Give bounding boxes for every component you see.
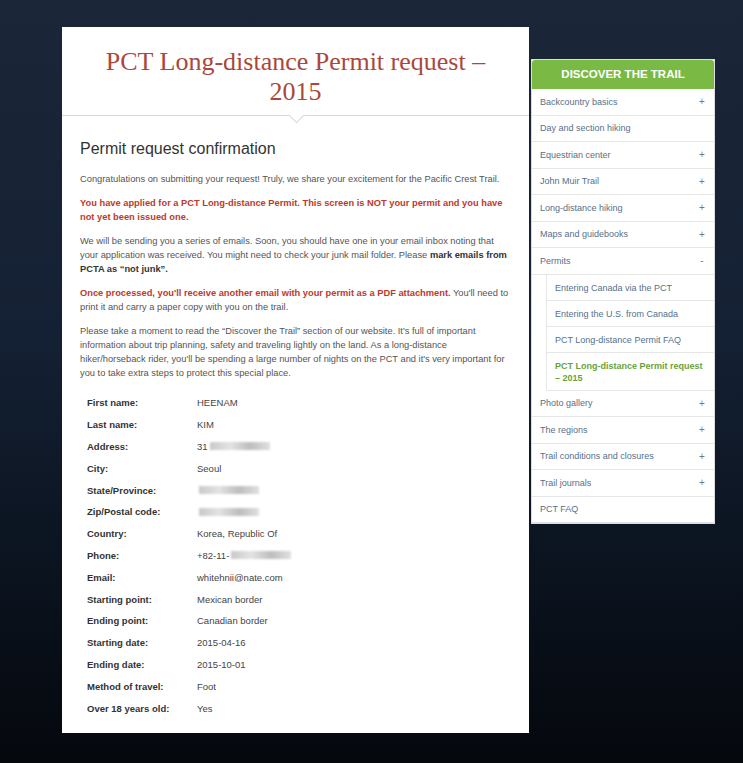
detail-row: Over 18 years old: Yes (87, 697, 513, 719)
detail-row: Zip/Postal code: (87, 501, 513, 523)
detail-label: Address: (87, 441, 197, 452)
sidebar-item[interactable]: Backcountry basics + (532, 89, 714, 116)
details-table: First name: HEENAM Last name: KIM Addres… (80, 392, 513, 719)
submenu: Entering Canada via the PCTEntering the … (546, 275, 714, 391)
detail-value: Canadian border (197, 615, 513, 626)
toggle-icon[interactable]: + (698, 176, 706, 187)
detail-row: Starting point: Mexican border (87, 588, 513, 610)
text-segment: Congratulations on submitting your reque… (80, 174, 499, 184)
detail-label: Over 18 years old: (87, 703, 197, 714)
toggle-icon[interactable]: + (698, 96, 706, 107)
detail-value: 31 (197, 441, 513, 452)
content-card: PCT Long-distance Permit request – 2015 … (62, 27, 529, 733)
paragraph: Once processed, you'll receive another e… (80, 286, 513, 314)
detail-row: Method of travel: Foot (87, 675, 513, 697)
detail-value: HEENAM (197, 397, 513, 408)
detail-value: 2015-04-16 (197, 637, 513, 648)
detail-value: Korea, Republic Of (197, 528, 513, 539)
detail-row: Ending date: 2015-10-01 (87, 654, 513, 676)
submenu-item[interactable]: PCT Long-distance Permit request – 2015 (547, 353, 714, 391)
detail-value: +82-11- (197, 550, 513, 561)
detail-label: Method of travel: (87, 681, 197, 692)
page-background: PCT Long-distance Permit request – 2015 … (0, 0, 743, 763)
sidebar-header: DISCOVER THE TRAIL (532, 60, 714, 89)
detail-value: KIM (197, 419, 513, 430)
sidebar-item[interactable]: Trail conditions and closures + (532, 444, 714, 471)
text-segment: Once processed, you'll receive another e… (80, 288, 451, 298)
detail-value: 2015-10-01 (197, 659, 513, 670)
detail-row: State/Province: (87, 479, 513, 501)
detail-row: Address: 31 (87, 436, 513, 458)
detail-row: Ending point: Canadian border (87, 610, 513, 632)
toggle-icon[interactable]: + (698, 229, 706, 240)
detail-value (197, 486, 513, 494)
sidebar-item[interactable]: Maps and guidebooks + (532, 222, 714, 249)
sidebar-item[interactable]: Day and section hiking (532, 116, 714, 143)
toggle-icon[interactable]: + (698, 202, 706, 213)
detail-row: Country: Korea, Republic Of (87, 523, 513, 545)
toggle-icon[interactable]: + (698, 424, 706, 435)
title-area: PCT Long-distance Permit request – 2015 (62, 27, 529, 116)
sidebar-item[interactable]: The regions + (532, 417, 714, 444)
detail-value: whitehnii@nate.com (197, 572, 513, 583)
detail-label: Ending date: (87, 659, 197, 670)
detail-row: City: Seoul (87, 457, 513, 479)
detail-label: Country: (87, 528, 197, 539)
redaction-mark (231, 551, 291, 559)
detail-label: City: (87, 463, 197, 474)
detail-row: Starting date: 2015-04-16 (87, 632, 513, 654)
detail-row: Last name: KIM (87, 414, 513, 436)
detail-label: Ending point: (87, 615, 197, 626)
toggle-icon[interactable]: + (698, 451, 706, 462)
detail-value: Seoul (197, 463, 513, 474)
submenu-item[interactable]: Entering the U.S. from Canada (547, 301, 714, 327)
detail-row: Phone: +82-11- (87, 545, 513, 567)
redaction-mark (199, 508, 259, 516)
sidebar-item[interactable]: Photo gallery + (532, 391, 714, 418)
detail-value (197, 508, 513, 516)
paragraph: Congratulations on submitting your reque… (80, 172, 513, 186)
detail-row: Email: whitehnii@nate.com (87, 566, 513, 588)
detail-value: Foot (197, 681, 513, 692)
detail-label: First name: (87, 397, 197, 408)
redaction-mark (210, 442, 270, 450)
sidebar-item[interactable]: Trail journals + (532, 470, 714, 497)
submenu-item[interactable]: PCT Long-distance Permit FAQ (547, 327, 714, 353)
sidebar-item[interactable]: PCT FAQ (532, 497, 714, 524)
detail-value: Yes (197, 703, 513, 714)
sidebar: DISCOVER THE TRAIL Backcountry basics + … (531, 59, 715, 524)
sidebar-item[interactable]: Permits - (532, 248, 714, 275)
toggle-icon[interactable]: + (698, 477, 706, 488)
paragraph: You have applied for a PCT Long-distance… (80, 196, 513, 224)
page-title: PCT Long-distance Permit request – 2015 (82, 47, 509, 107)
paragraph: We will be sending you a series of email… (80, 234, 513, 276)
detail-label: Phone: (87, 550, 197, 561)
redaction-mark (199, 486, 259, 494)
text-segment: Please take a moment to read the “Discov… (80, 326, 505, 378)
text-segment: You have applied for a PCT Long-distance… (80, 198, 502, 222)
submenu-item[interactable]: Entering Canada via the PCT (547, 275, 714, 301)
toggle-icon[interactable]: - (698, 255, 706, 266)
sidebar-item[interactable]: John Muir Trail + (532, 169, 714, 196)
detail-row: First name: HEENAM (87, 392, 513, 414)
toggle-icon[interactable]: + (698, 149, 706, 160)
toggle-icon[interactable]: + (698, 398, 706, 409)
section-heading: Permit request confirmation (80, 140, 513, 158)
detail-value: Mexican border (197, 594, 513, 605)
detail-label: Email: (87, 572, 197, 583)
detail-label: Last name: (87, 419, 197, 430)
detail-label: Starting date: (87, 637, 197, 648)
detail-label: Starting point: (87, 594, 197, 605)
sidebar-item[interactable]: Long-distance hiking + (532, 195, 714, 222)
paragraph: Please take a moment to read the “Discov… (80, 324, 513, 380)
detail-label: State/Province: (87, 485, 197, 496)
detail-label: Zip/Postal code: (87, 506, 197, 517)
sidebar-item[interactable]: Equestrian center + (532, 142, 714, 169)
